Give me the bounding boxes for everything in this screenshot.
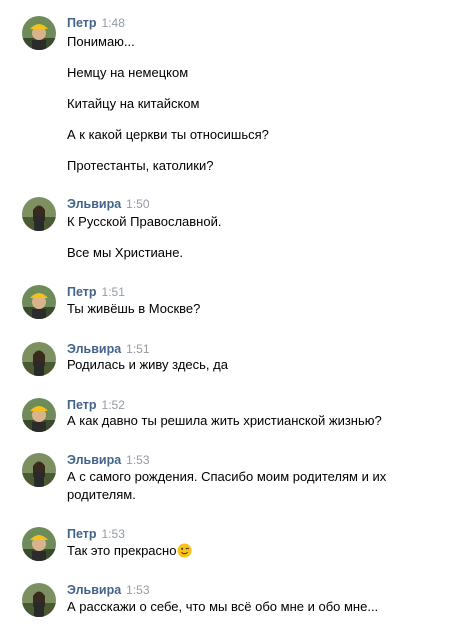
sender-name[interactable]: Эльвира	[67, 453, 121, 467]
message-text: А к какой церкви ты относишься?	[67, 127, 269, 142]
message-time[interactable]: 1:53	[102, 527, 125, 541]
message-text: Протестанты, католики?	[67, 158, 214, 173]
avatar-elvira[interactable]	[22, 583, 56, 617]
avatar-petr[interactable]	[22, 285, 56, 319]
message-text: А как давно ты решила жить христианской …	[67, 413, 382, 428]
sender-name[interactable]: Петр	[67, 398, 97, 412]
message-time[interactable]: 1:48	[102, 16, 125, 30]
message-header: Петр 1:53	[67, 525, 125, 541]
message-header: Эльвира 1:50	[67, 195, 150, 211]
message-text: Ты живёшь в Москве?	[67, 301, 201, 316]
message-time[interactable]: 1:51	[126, 342, 149, 356]
message-time[interactable]: 1:53	[126, 453, 149, 467]
message-header: Петр 1:52	[67, 396, 125, 412]
message-time[interactable]: 1:53	[126, 583, 149, 597]
avatar-elvira[interactable]	[22, 197, 56, 231]
chat-history: Петр 1:48 Понимаю... Немцу на немецком Ки…	[0, 0, 462, 631]
sender-name[interactable]: Петр	[67, 527, 97, 541]
message-header: Эльвира 1:51	[67, 340, 150, 356]
message-text: Родилась и живу здесь, да	[67, 357, 228, 372]
message-time[interactable]: 1:51	[102, 285, 125, 299]
message-text: К Русской Православной.	[67, 214, 222, 229]
message-row: Так это прекрасно	[67, 542, 447, 560]
message-header: Петр 1:48	[67, 14, 125, 30]
avatar-petr[interactable]	[22, 527, 56, 561]
message-text: Китайцу на китайском	[67, 96, 200, 111]
avatar-petr[interactable]	[22, 398, 56, 432]
sender-name[interactable]: Петр	[67, 285, 97, 299]
sender-name[interactable]: Петр	[67, 16, 97, 30]
message-text: Так это прекрасно	[67, 543, 177, 558]
message-time[interactable]: 1:52	[102, 398, 125, 412]
message-text: А с самого рождения. Спасибо моим родите…	[67, 469, 387, 502]
sender-name[interactable]: Эльвира	[67, 342, 121, 356]
message-header: Эльвира 1:53	[67, 581, 150, 597]
message-text: Все мы Христиане.	[67, 245, 184, 260]
message-text: Немцу на немецком	[67, 65, 189, 80]
message-header: Эльвира 1:53	[67, 451, 150, 467]
wink-emoji-icon	[177, 543, 192, 558]
message-text: А расскажи о себе, что мы всё обо мне и …	[67, 599, 379, 614]
message-time[interactable]: 1:50	[126, 197, 149, 211]
avatar-petr[interactable]	[22, 16, 56, 50]
sender-name[interactable]: Эльвира	[67, 583, 121, 597]
avatar-elvira[interactable]	[22, 342, 56, 376]
message-text: Понимаю...	[67, 34, 135, 49]
sender-name[interactable]: Эльвира	[67, 197, 121, 211]
message-header: Петр 1:51	[67, 283, 125, 299]
avatar-elvira[interactable]	[22, 453, 56, 487]
